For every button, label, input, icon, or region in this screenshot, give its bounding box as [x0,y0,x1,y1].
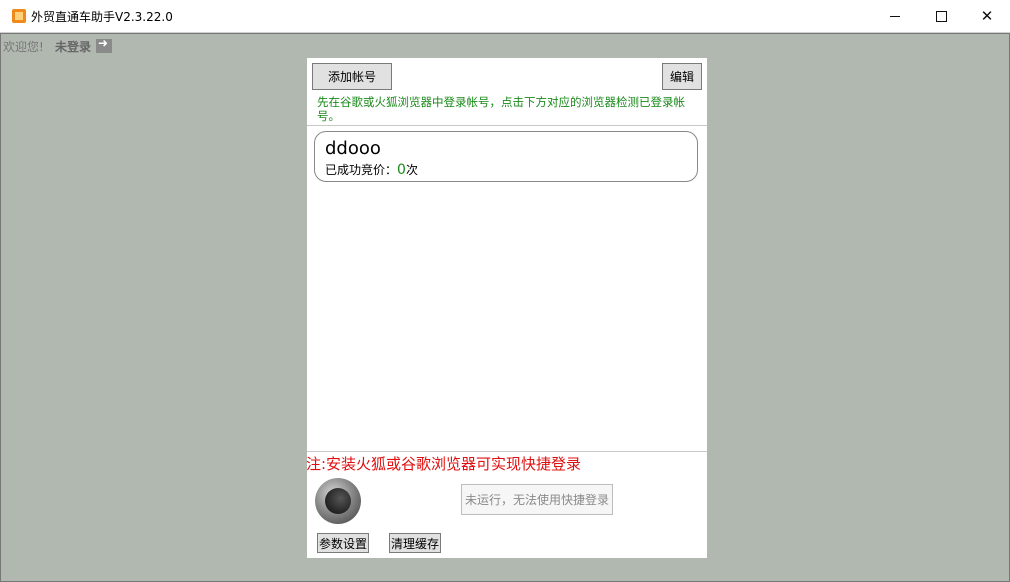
edit-button[interactable]: 编辑 [662,63,702,90]
account-name: ddooo [325,138,381,159]
minimize-icon [890,15,900,17]
firefox-icon[interactable] [315,478,361,524]
account-panel: 添加帐号 编辑 先在谷歌或火狐浏览器中登录帐号，点击下方对应的浏览器检测已登录帐… [306,58,707,558]
window-title: 外贸直通车助手V2.3.22.0 [31,10,173,24]
account-card[interactable]: ddooo 已成功竞价：0次 [314,131,698,182]
account-list: ddooo 已成功竞价：0次 [307,125,707,452]
maximize-icon [935,10,947,22]
close-icon: ✕ [980,7,994,25]
maximize-button[interactable] [918,0,964,32]
main-window: 欢迎您! 未登录 添加帐号 编辑 先在谷歌或火狐浏览器中登录帐号，点击下方对应的… [0,33,1010,582]
welcome-text: 欢迎您! [3,40,44,54]
bid-stats-label: 已成功竞价： [325,163,398,177]
minimize-button[interactable] [872,0,918,32]
clear-cache-button[interactable]: 清理缓存 [389,533,441,553]
quick-login-button[interactable]: 未运行，无法使用快捷登录 [461,484,613,515]
app-icon [12,9,26,23]
bid-stats: 已成功竞价：0次 [325,161,418,178]
bid-count: 0 [397,162,406,178]
logout-icon[interactable] [96,36,112,53]
title-bar: 外贸直通车助手V2.3.22.0 ✕ [0,0,1010,33]
login-hint: 先在谷歌或火狐浏览器中登录帐号，点击下方对应的浏览器检测已登录帐号。 [317,95,685,123]
login-status[interactable]: 未登录 [55,38,91,55]
browser-note: 注:安装火狐或谷歌浏览器可实现快捷登录 [306,455,582,473]
settings-button[interactable]: 参数设置 [317,533,369,553]
bid-unit: 次 [405,163,418,177]
add-account-button[interactable]: 添加帐号 [312,63,392,90]
close-button[interactable]: ✕ [964,0,1010,32]
